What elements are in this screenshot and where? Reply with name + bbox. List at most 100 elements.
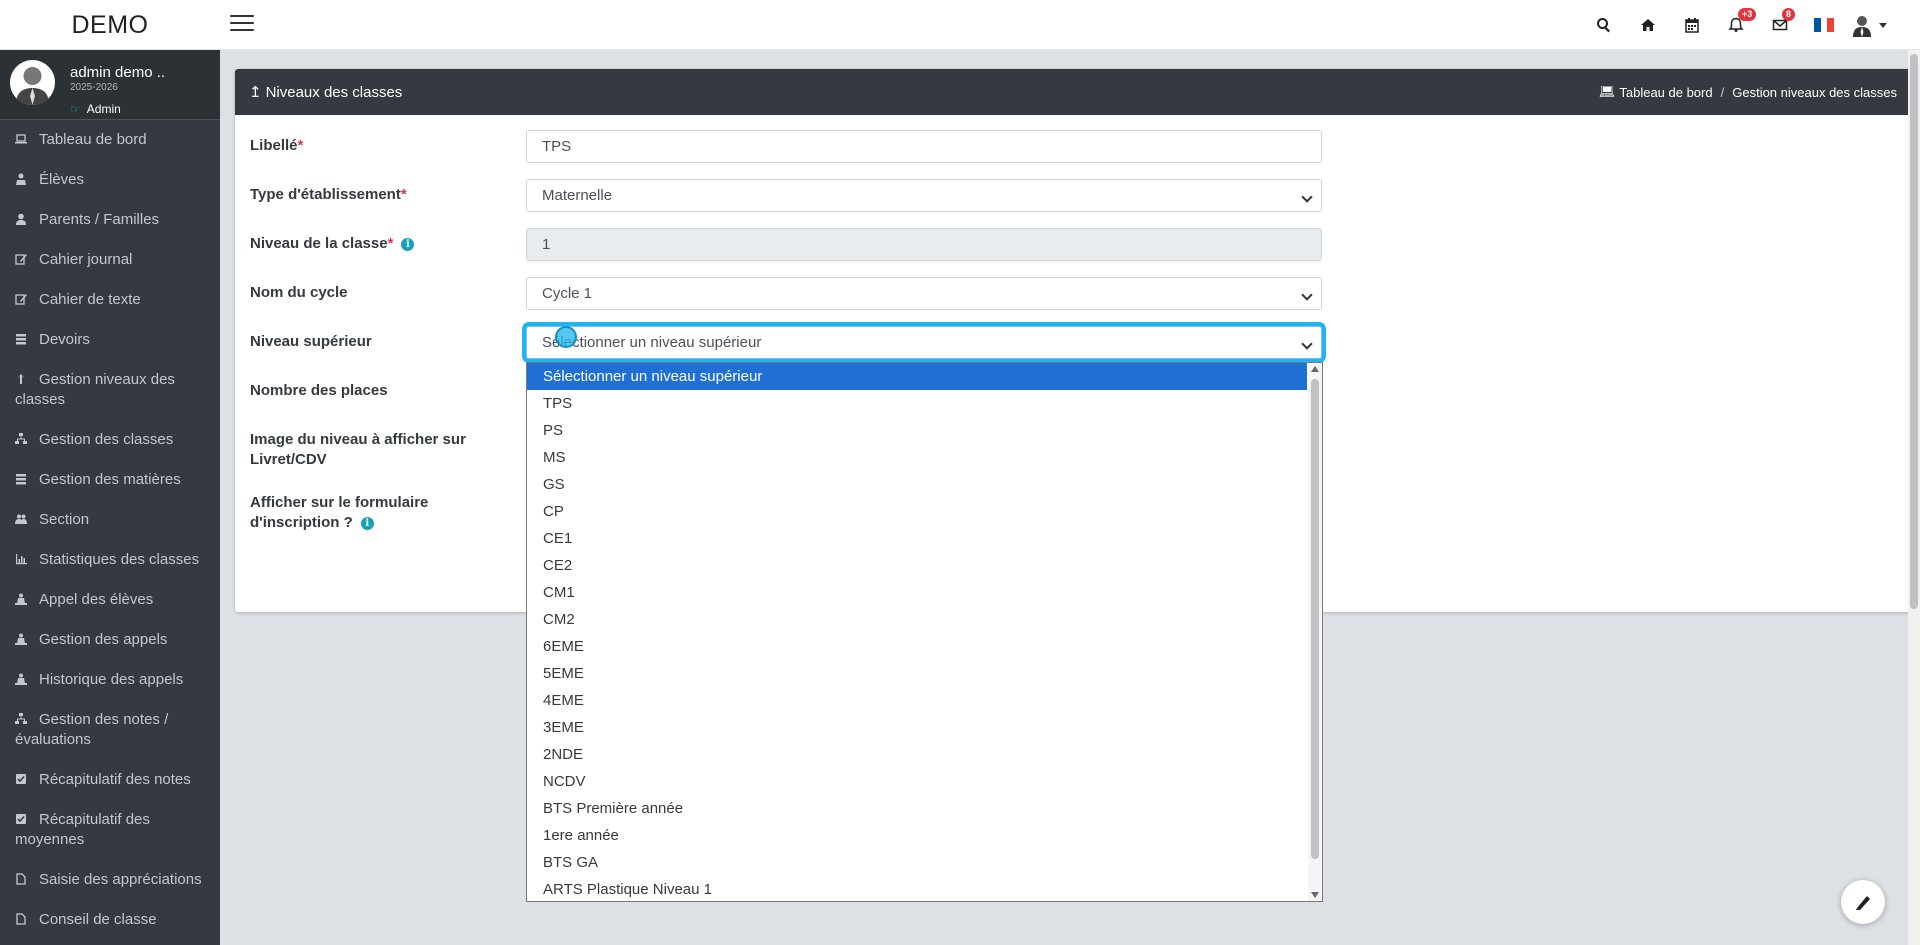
list-icon — [15, 471, 29, 485]
libelle-label: Libellé* — [250, 137, 304, 154]
cursor-indicator — [555, 326, 577, 348]
scroll-thumb[interactable] — [1311, 379, 1319, 859]
sidebar-item-cahier-de-texte[interactable]: Cahier de texte — [0, 280, 220, 320]
sidebar-item-tableau-de-bord[interactable]: Tableau de bord — [0, 120, 220, 160]
laptop-icon — [15, 131, 29, 145]
places-label: Nombre des places — [250, 382, 388, 399]
page-scrollbar[interactable] — [1908, 50, 1920, 945]
school-year: 2025-2026 — [70, 82, 118, 93]
breadcrumb: 💻︎ Tableau de bord / Gestion niveaux des … — [1598, 84, 1897, 100]
menu-toggle-icon[interactable] — [230, 15, 254, 33]
user-menu[interactable] — [1846, 0, 1890, 50]
dropdown-option[interactable]: NCDV — [527, 768, 1307, 795]
notifications-badge: +3 — [1738, 8, 1757, 21]
attendance-icon — [15, 591, 29, 605]
scroll-up-icon[interactable] — [1311, 366, 1319, 372]
breadcrumb-home[interactable]: 💻︎ Tableau de bord — [1599, 84, 1713, 100]
niveau-sup-select[interactable]: Sélectionner un niveau supérieur — [526, 326, 1322, 359]
breadcrumb-current: Gestion niveaux des classes — [1732, 84, 1897, 100]
bar-chart-icon — [15, 551, 29, 565]
sidebar-item-conseil-de-classe[interactable]: Conseil de classe — [0, 900, 220, 940]
dropdown-option[interactable]: 6EME — [527, 633, 1307, 660]
sidebar-item-gestion-des-notes-evaluations[interactable]: Gestion des notes / évaluations — [0, 700, 220, 760]
sidebar-item-section[interactable]: Section — [0, 500, 220, 540]
info-icon[interactable]: i — [360, 517, 374, 530]
sidebar-item-devoirs[interactable]: Devoirs — [0, 320, 220, 360]
dropdown-option[interactable]: PS — [527, 417, 1307, 444]
dropdown-scrollbar[interactable] — [1308, 363, 1322, 901]
card-header: ↥ Niveaux des classes 💻︎ Tableau de bord … — [235, 69, 1911, 115]
users-icon — [15, 511, 29, 525]
dropdown-option[interactable]: 3EME — [527, 714, 1307, 741]
info-icon[interactable]: i — [401, 238, 415, 251]
student-icon — [15, 171, 29, 185]
dropdown-option[interactable]: BTS GA — [527, 849, 1307, 876]
checkbox-icon — [15, 771, 29, 785]
envelope-icon[interactable]: 8 — [1758, 0, 1802, 50]
home-icon[interactable] — [1626, 0, 1670, 50]
sidebar-item-label: Gestion des notes / évaluations — [15, 711, 169, 748]
checkbox-icon — [15, 811, 29, 825]
level-up-icon — [15, 371, 29, 385]
dropdown-option[interactable]: 1ere année — [527, 822, 1307, 849]
dropdown-option[interactable]: Sélectionner un niveau supérieur — [527, 363, 1307, 390]
afficher-label: Afficher sur le formulaire d'inscription … — [250, 494, 429, 531]
sidebar-item-label: Statistiques des classes — [39, 551, 200, 568]
dropdown-option[interactable]: ARTS Plastique Niveau 1 — [527, 876, 1307, 901]
dropdown-option[interactable]: MS — [527, 444, 1307, 471]
edit-icon — [15, 251, 29, 265]
sidebar-item-gestion-niveaux-des-classes[interactable]: Gestion niveaux des classes — [0, 360, 220, 420]
flag-fr-icon[interactable] — [1802, 0, 1846, 50]
sidebar-item-saisie-des-appreciations[interactable]: Saisie des appréciations — [0, 860, 220, 900]
sidebar-item-cahier-journal[interactable]: Cahier journal — [0, 240, 220, 280]
niveau-sup-label: Niveau supérieur — [250, 333, 372, 350]
dropdown-option[interactable]: CE2 — [527, 552, 1307, 579]
file-icon — [15, 911, 29, 925]
dropdown-option[interactable]: CM2 — [527, 606, 1307, 633]
dropdown-option[interactable]: 4EME — [527, 687, 1307, 714]
page-scroll-thumb[interactable] — [1910, 54, 1918, 609]
messages-badge: 8 — [1782, 8, 1796, 21]
dropdown-option[interactable]: TPS — [527, 390, 1307, 417]
sidebar-item-eleves[interactable]: Élèves — [0, 160, 220, 200]
cycle-select[interactable]: Cycle 1 — [526, 277, 1322, 310]
brand-logo[interactable]: DEMO — [0, 0, 220, 50]
type-etab-select[interactable]: Maternelle — [526, 179, 1322, 212]
sidebar-item-label: Parents / Familles — [39, 211, 160, 228]
bell-icon[interactable]: +3 — [1714, 0, 1758, 50]
dropdown-option[interactable]: BTS Première année — [527, 795, 1307, 822]
sidebar-item-historique-des-appels[interactable]: Historique des appels — [0, 660, 220, 700]
dropdown-option[interactable]: GS — [527, 471, 1307, 498]
sidebar-item-appel-des-eleves[interactable]: Appel des élèves — [0, 580, 220, 620]
user-name[interactable]: admin demo .. — [70, 64, 165, 81]
dropdown-option[interactable]: 5EME — [527, 660, 1307, 687]
type-etab-label: Type d'établissement* — [250, 186, 407, 203]
sidebar-item-gestion-des-classes[interactable]: Gestion des classes — [0, 420, 220, 460]
dropdown-option[interactable]: CP — [527, 498, 1307, 525]
avatar[interactable] — [10, 60, 55, 105]
sidebar-item-label: Conseil de classe — [39, 911, 157, 928]
sitemap-icon — [15, 431, 29, 445]
sidebar-item-label: Section — [39, 511, 90, 528]
sidebar-item-statistiques-des-classes[interactable]: Statistiques des classes — [0, 540, 220, 580]
sidebar-item-gestion-des-appels[interactable]: Gestion des appels — [0, 620, 220, 660]
scroll-down-icon[interactable] — [1311, 892, 1319, 898]
sidebar-item-label: Devoirs — [39, 331, 90, 348]
sidebar-item-gestion-des-matieres[interactable]: Gestion des matières — [0, 460, 220, 500]
fab-button[interactable] — [1841, 880, 1885, 924]
dropdown-option[interactable]: CM1 — [527, 579, 1307, 606]
dropdown-option[interactable]: 2NDE — [527, 741, 1307, 768]
sidebar-item-label: Appel des élèves — [39, 591, 154, 608]
dropdown-option[interactable]: CE1 — [527, 525, 1307, 552]
niveau-input: 1 — [526, 228, 1322, 261]
calendar-icon[interactable] — [1670, 0, 1714, 50]
sidebar-item-recapitulatif-des-moyennes[interactable]: Récapitulatif des moyennes — [0, 800, 220, 860]
libelle-input[interactable]: TPS — [526, 130, 1322, 163]
image-label: Image du niveau à afficher sur Livret/CDV — [250, 431, 466, 468]
search-icon[interactable] — [1582, 0, 1626, 50]
sidebar-item-label: Gestion des appels — [39, 631, 168, 648]
niveau-sup-dropdown[interactable]: Sélectionner un niveau supérieur TPS PS MS G… — [526, 362, 1323, 902]
sidebar-item-parents-familles[interactable]: Parents / Familles — [0, 200, 220, 240]
sidebar-item-recapitulatif-des-notes[interactable]: Récapitulatif des notes — [0, 760, 220, 800]
user-avatar-icon — [1853, 16, 1871, 37]
